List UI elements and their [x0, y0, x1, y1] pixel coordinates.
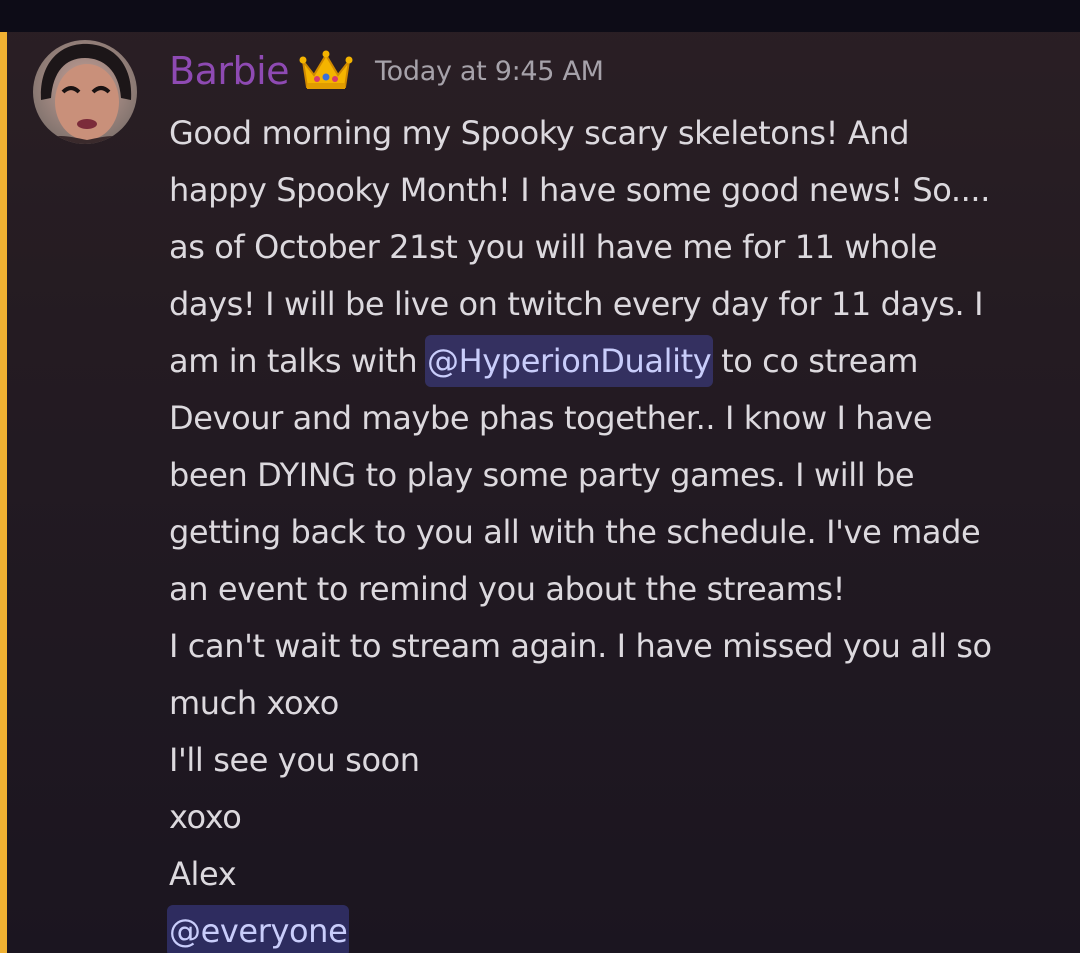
message-header: Barbie Today at 9:45 AM	[169, 46, 604, 96]
message-line: happy Spooky Month! I have some good new…	[169, 171, 990, 209]
user-mention[interactable]: @HyperionDuality	[424, 335, 714, 387]
message-line: as of October 21st you will have me for …	[169, 228, 937, 266]
message-line: days! I will be live on twitch every day…	[169, 285, 984, 323]
message-line: Alex	[169, 855, 237, 893]
message-line: an event to remind you about the streams…	[169, 570, 846, 608]
message-timestamp[interactable]: Today at 9:45 AM	[375, 56, 604, 87]
chat-message[interactable]: Barbie Today at 9:45 AM Good morning my …	[0, 32, 1080, 953]
message-content: Good morning my Spooky scary skeletons! …	[167, 105, 1069, 953]
message-line: I can't wait to stream again. I have mis…	[169, 627, 992, 665]
message-line: xoxo	[169, 798, 242, 836]
message-line: been DYING to play some party games. I w…	[169, 456, 915, 494]
crown-icon	[299, 49, 353, 93]
everyone-mention[interactable]: @everyone	[167, 905, 350, 953]
message-line: Devour and maybe phas together.. I know …	[169, 399, 933, 437]
message-text: am in talks with	[169, 342, 427, 380]
message-line: Good morning my Spooky scary skeletons! …	[169, 114, 910, 152]
message-text: to co stream	[711, 342, 919, 380]
message-line: I'll see you soon	[169, 741, 420, 779]
avatar[interactable]	[33, 40, 137, 144]
message-line: getting back to you all with the schedul…	[169, 513, 981, 551]
message-line: am in talks with @HyperionDuality to co …	[169, 333, 1069, 390]
message-line: much xoxo	[169, 684, 339, 722]
message-line: @everyone	[167, 903, 1069, 953]
username[interactable]: Barbie	[169, 49, 290, 93]
top-bar	[0, 0, 1080, 32]
